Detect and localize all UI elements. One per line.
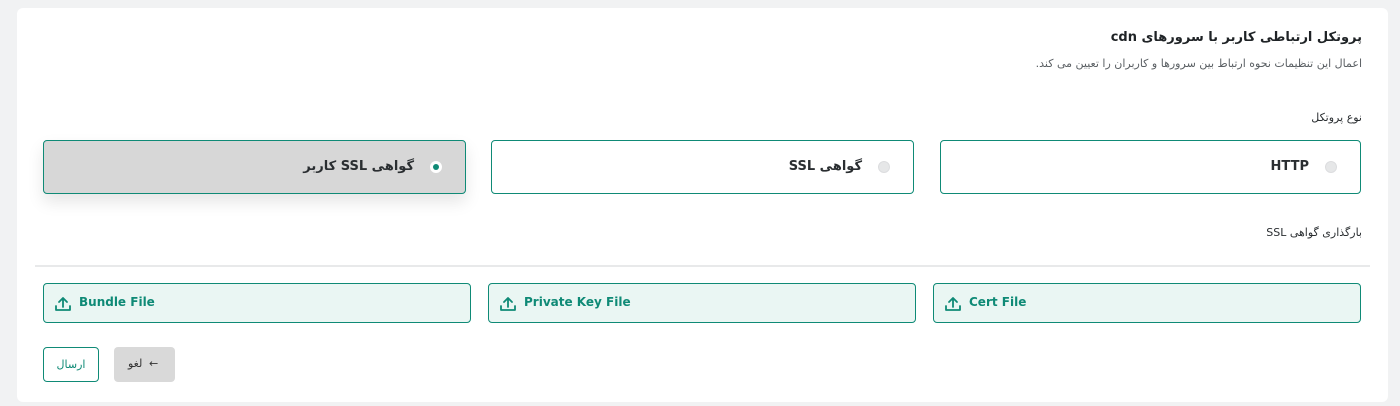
arrow-left-icon: ←: [149, 357, 159, 370]
radio-label: گواهی SSL: [788, 159, 862, 174]
upload-icon: [500, 297, 516, 311]
divider: [35, 265, 1370, 267]
cert-file-upload-button[interactable]: Cert File: [933, 283, 1361, 323]
cancel-label: لغو: [128, 357, 143, 370]
upload-icon: [945, 297, 961, 311]
radio-button-checked[interactable]: [430, 161, 442, 173]
page-subtitle: اعمال این تنظیمات نحوه ارتباط بین سرورها…: [1035, 57, 1362, 70]
radio-button[interactable]: [878, 161, 890, 173]
page-title: پروتکل ارتباطی کاربر با سرورهای cdn: [1110, 30, 1362, 45]
radio-option-user-ssl[interactable]: گواهی SSL کاربر: [43, 140, 466, 194]
upload-label: Private Key File: [524, 295, 631, 309]
radio-label: گواهی SSL کاربر: [303, 159, 414, 174]
private-key-file-upload-button[interactable]: Private Key File: [488, 283, 916, 323]
protocol-type-label: نوع پروتکل: [1311, 111, 1362, 124]
radio-button[interactable]: [1325, 161, 1337, 173]
radio-option-ssl[interactable]: گواهی SSL: [491, 140, 914, 194]
upload-label: Cert File: [969, 295, 1027, 309]
upload-label: Bundle File: [79, 295, 155, 309]
cancel-button[interactable]: ← لغو: [114, 347, 175, 382]
submit-button[interactable]: ارسال: [43, 347, 99, 382]
radio-label: HTTP: [1270, 159, 1309, 174]
radio-option-http[interactable]: HTTP: [940, 140, 1361, 194]
upload-icon: [55, 297, 71, 311]
ssl-upload-label: بارگذاری گواهی SSL: [1266, 226, 1362, 239]
bundle-file-upload-button[interactable]: Bundle File: [43, 283, 471, 323]
